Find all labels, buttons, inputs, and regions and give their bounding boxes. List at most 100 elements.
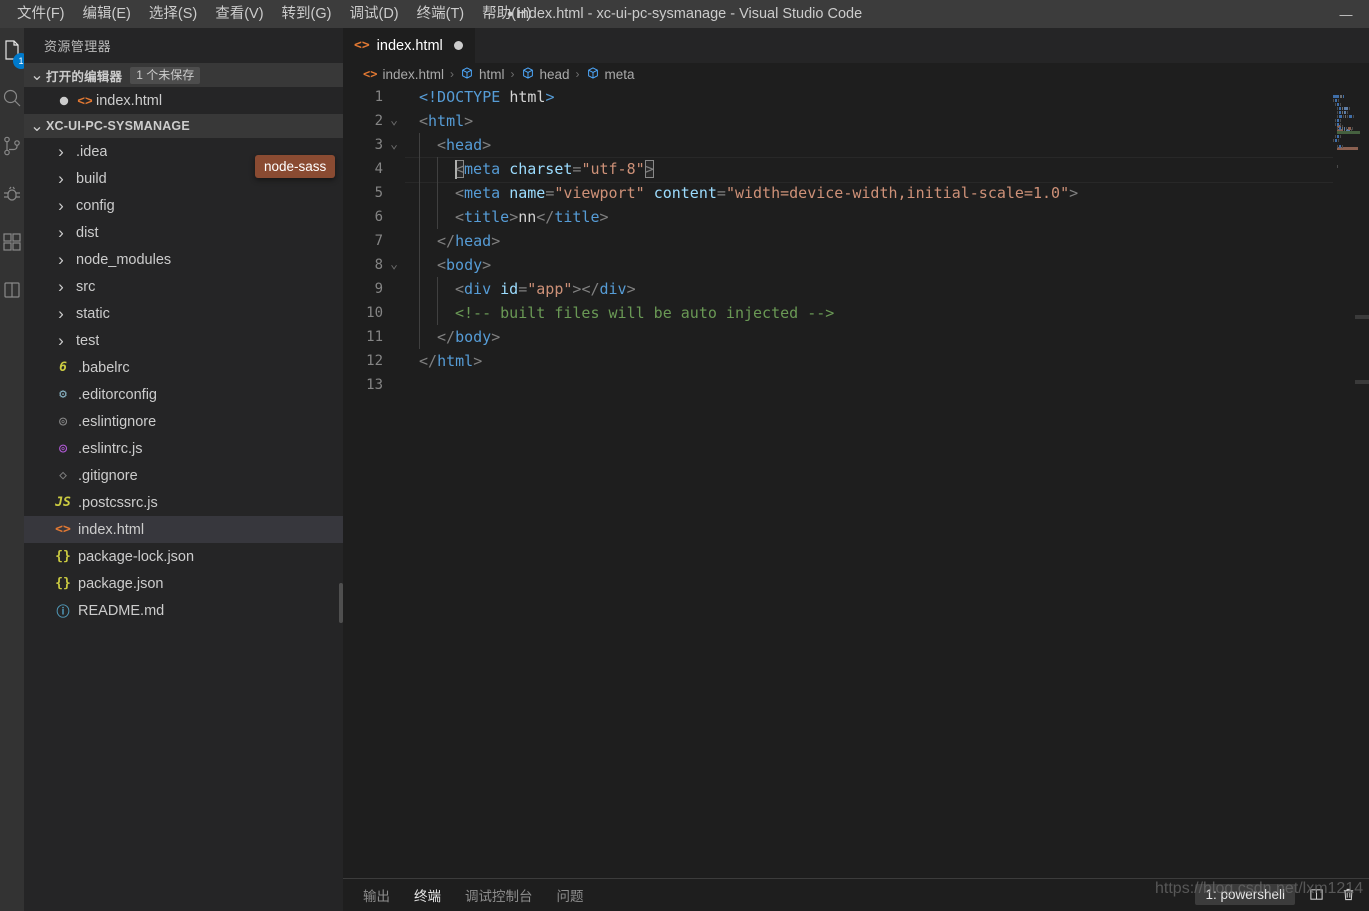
menu-file[interactable]: 文件(F) [8,1,74,27]
tab-dirty-indicator-icon[interactable] [453,41,463,50]
chevron-right-icon: › [58,222,64,242]
editor-tab-index-html[interactable]: <> index.html [343,28,476,63]
section-project-root[interactable]: ⌄ XC-UI-PC-SYSMANAGE [24,114,343,138]
chevron-down-icon[interactable]: ⌄ [383,133,405,157]
code-text: </body> [405,325,500,349]
indent-guide [419,229,420,253]
minimap-line [1333,101,1358,168]
menu-help[interactable]: 帮助(H) [473,1,540,27]
tree-item-index-html[interactable]: <> index.html [24,516,343,543]
tree-item-gitignore[interactable]: ◇ .gitignore [24,462,343,489]
code-token: </ [536,208,555,226]
code-token: </ [437,328,456,346]
chevron-down-icon[interactable]: ⌄ [383,253,405,277]
window-title-text: index.html - xc-ui-pc-sysmanage - Visual… [517,6,863,22]
code-token: = [716,184,726,202]
tree-item-package-json[interactable]: {} package.json [24,570,343,597]
tree-item-label: .idea [76,143,108,160]
symbol-field-icon [521,66,535,83]
tree-item-editorconfig[interactable]: ⚙ .editorconfig [24,381,343,408]
tree-item-eslintrc-js[interactable]: ◎ .eslintrc.js [24,435,343,462]
tree-item-label: .babelrc [78,359,130,376]
breadcrumb-item-head[interactable]: head [521,66,570,83]
overview-ruler[interactable] [1355,85,1369,878]
menu-edit[interactable]: 编辑(E) [74,1,140,27]
indent-guide [437,277,438,301]
tree-item-readme-md[interactable]: ⓘ README.md [24,597,343,624]
line-number: 2 [374,113,383,129]
minimize-button[interactable]: — [1323,0,1369,28]
menu-go[interactable]: 转到(G) [273,1,341,27]
tree-item-static[interactable]: › static [24,300,343,327]
breadcrumb: <> index.html › html › head › meta [343,63,1369,85]
indent-guide [419,277,420,301]
code-line[interactable]: 12 </html> [343,349,1369,373]
tree-item-test[interactable]: › test [24,327,343,354]
section-open-editors[interactable]: ⌄ 打开的编辑器 1 个未保存 [24,63,343,87]
code-editor[interactable]: 1 <!DOCTYPE html> 2 ⌄ <html> 3 ⌄ <head> 4 <meta c… [343,85,1369,878]
tree-item-eslintignore[interactable]: ◎ .eslintignore [24,408,343,435]
breadcrumb-item-html[interactable]: html [460,66,505,83]
menu-debug[interactable]: 调试(D) [340,1,407,27]
code-token: div [464,280,492,298]
tree-item-src[interactable]: › src [24,273,343,300]
code-text: <head> [405,133,491,157]
tree-item-config[interactable]: › config [24,192,343,219]
open-editor-item-index-html[interactable]: <> index.html [24,87,343,114]
menu-view[interactable]: 查看(V) [206,1,272,27]
chevron-down-icon: ⌄ [30,118,44,135]
code-line[interactable]: 2 ⌄ <html> [343,109,1369,133]
menu-terminal[interactable]: 终端(T) [408,1,474,27]
code-line[interactable]: 6 <title>nn</title> [343,205,1369,229]
tree-item-postcssrc-js[interactable]: JS .postcssrc.js [24,489,343,516]
editor-tab-label: index.html [376,37,443,54]
breadcrumb-item-meta[interactable]: meta [586,66,635,83]
breadcrumb-label-meta: meta [604,66,635,82]
tree-item-babelrc[interactable]: 6 .babelrc [24,354,343,381]
tree-item-label: README.md [78,602,165,619]
panel-tab-debug-console[interactable]: 调试控制台 [463,881,535,909]
tree-item-label: dist [76,224,99,241]
chevron-down-icon[interactable]: ⌄ [383,109,405,133]
code-text: <body> [405,253,491,277]
split-terminal-icon[interactable] [1305,883,1327,905]
code-line[interactable]: 1 <!DOCTYPE html> [343,85,1369,109]
code-line[interactable]: 8 ⌄ <body> [343,253,1369,277]
minimap-token [1335,103,1336,106]
symbol-field-icon [586,66,600,83]
title-bar: 文件(F) 编辑(E) 选择(S) 查看(V) 转到(G) 调试(D) 终端(T… [0,0,1369,28]
code-line[interactable]: 13 [343,373,1369,397]
tree-item-package-lock-json[interactable]: {} package-lock.json [24,543,343,570]
tree-item-label: .postcssrc.js [78,494,158,511]
terminal-selector-dropdown[interactable]: 1: powershell [1195,883,1295,905]
trash-icon[interactable] [1337,883,1359,905]
code-token: </ [581,280,600,298]
menu-selection[interactable]: 选择(S) [140,1,206,27]
code-line[interactable]: 3 ⌄ <head> [343,133,1369,157]
indent-guide [419,133,420,157]
tree-item-dist[interactable]: › dist [24,219,343,246]
code-token: head [446,136,483,154]
minimap-token [1337,145,1338,148]
breadcrumb-item-file[interactable]: <> index.html [363,67,444,82]
code-line[interactable]: 5 <meta name="viewport" content="width=de… [343,181,1369,205]
tree-item-node-modules[interactable]: › node_modules [24,246,343,273]
minimap[interactable] [1333,85,1360,878]
code-token: < [419,112,429,130]
code-line[interactable]: 9 <div id="app"></div> [343,277,1369,301]
minimap-token [1337,165,1338,168]
panel-tab-problems[interactable]: 问题 [555,881,586,909]
minimap-token [1335,119,1336,122]
code-line[interactable]: 4 <meta charset="utf-8"> [343,157,1369,183]
panel-tab-terminal[interactable]: 终端 [412,881,443,909]
code-line[interactable]: 10 <!-- built files will be auto injected… [343,301,1369,325]
minimap-token [1352,127,1353,130]
code-line[interactable]: 7 </head> [343,229,1369,253]
panel-tab-output[interactable]: 输出 [361,881,392,909]
code-token: meta [464,160,501,178]
code-line[interactable]: 11 </body> [343,325,1369,349]
code-text: <html> [405,109,473,133]
minimap-token [1342,145,1343,148]
bottom-panel: 输出 终端 调试控制台 问题 1: powershell [343,878,1369,911]
